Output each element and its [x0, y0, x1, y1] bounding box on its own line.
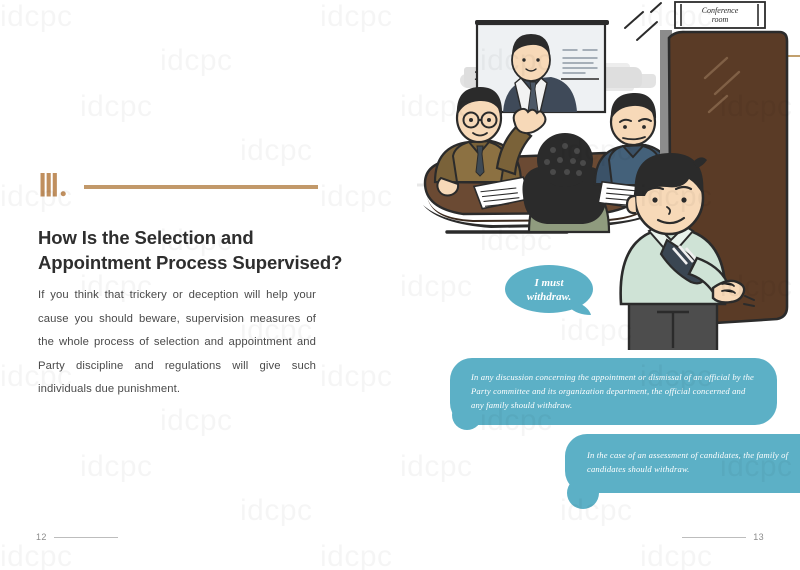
page-number-rule	[682, 536, 747, 538]
page-number-rule	[53, 536, 118, 538]
callout-rule-1: In any discussion concerning the appoint…	[450, 358, 777, 425]
left-page: Ⅲ. How Is the Selection and Appointment …	[0, 0, 400, 570]
meeting-illustration: Conference room I must withdraw. #illust…	[417, 1, 789, 350]
chapter-numeral: Ⅲ.	[38, 168, 68, 203]
door-sign-line1: Conference	[702, 6, 739, 15]
speech-bubble-withdraw: I must withdraw.	[505, 265, 593, 315]
page-number-right-label: 13	[753, 532, 764, 542]
book-spread: Ⅲ. How Is the Selection and Appointment …	[0, 0, 800, 570]
speech-bubble-line1: I must	[533, 277, 564, 289]
callout-rule-2: In the case of an assessment of candidat…	[565, 434, 800, 493]
speech-bubble-line2: withdraw.	[527, 291, 572, 303]
door-sign-line2: room	[712, 15, 729, 24]
page-number-left: 12	[36, 532, 118, 542]
body-paragraph: If you think that trickery or deception …	[38, 289, 316, 396]
page-number-right: 13	[682, 532, 764, 542]
chapter-rule-divider	[84, 185, 318, 189]
page-number-left-label: 12	[36, 532, 47, 542]
page-title: How Is the Selection and Appointment Pro…	[38, 227, 343, 273]
chapter-marker: Ⅲ.	[38, 168, 323, 206]
right-page: 3 1.Impartiality	[400, 0, 800, 570]
